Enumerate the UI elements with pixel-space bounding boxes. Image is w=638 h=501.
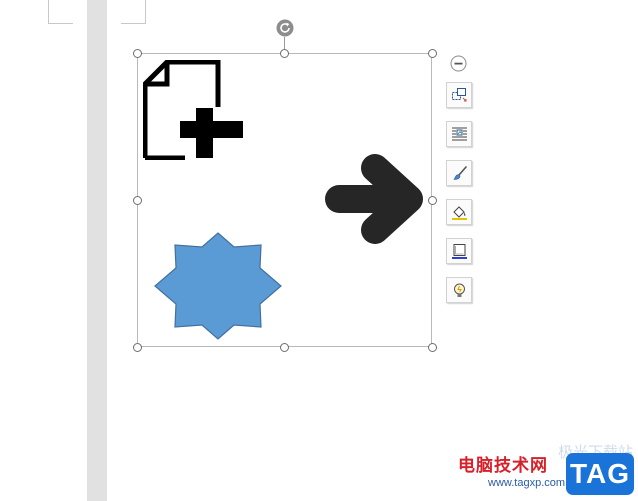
new-page-icon-shape[interactable] [143,60,245,160]
resize-handle-top[interactable] [280,49,289,58]
paint-bucket-icon [452,206,467,220]
frame-icon [452,244,467,259]
rotation-connector [284,37,285,49]
minus-circle-icon[interactable] [450,55,467,72]
star-shape[interactable] [152,231,284,341]
resize-handle-left[interactable] [133,196,142,205]
layout-options-button[interactable] [446,82,472,108]
resize-handle-top-right[interactable] [428,49,437,58]
smart-tips-button[interactable] [446,277,472,303]
watermark-url: www.tagxp.com [488,477,566,489]
resize-handle-bottom-left[interactable] [133,343,142,352]
resize-handle-bottom-right[interactable] [428,343,437,352]
watermark-tag-badge: TAG [566,453,634,495]
shape-outline-button[interactable] [446,160,472,186]
layout-icon [452,88,467,102]
resize-handle-bottom[interactable] [280,343,289,352]
watermark-title: 电脑技术网 [458,456,548,475]
page-margin-corner-right [121,0,146,24]
rotate-handle-icon[interactable] [276,19,294,37]
shape-effects-button[interactable] [446,238,472,264]
shape-fill-button[interactable] [446,199,472,225]
text-wrap-button[interactable] [446,121,472,147]
resize-handle-top-left[interactable] [133,49,142,58]
resize-handle-right[interactable] [428,196,437,205]
arrow-right-shape[interactable] [323,154,426,244]
wrap-text-icon [452,127,467,141]
document-gutter [87,0,107,501]
site-watermark: 极光下载站 电脑技术网 www.tagxp.com TAG [458,444,638,501]
brush-icon [453,166,467,180]
page-margin-corner-left [48,0,73,24]
lightbulb-icon [454,283,465,297]
